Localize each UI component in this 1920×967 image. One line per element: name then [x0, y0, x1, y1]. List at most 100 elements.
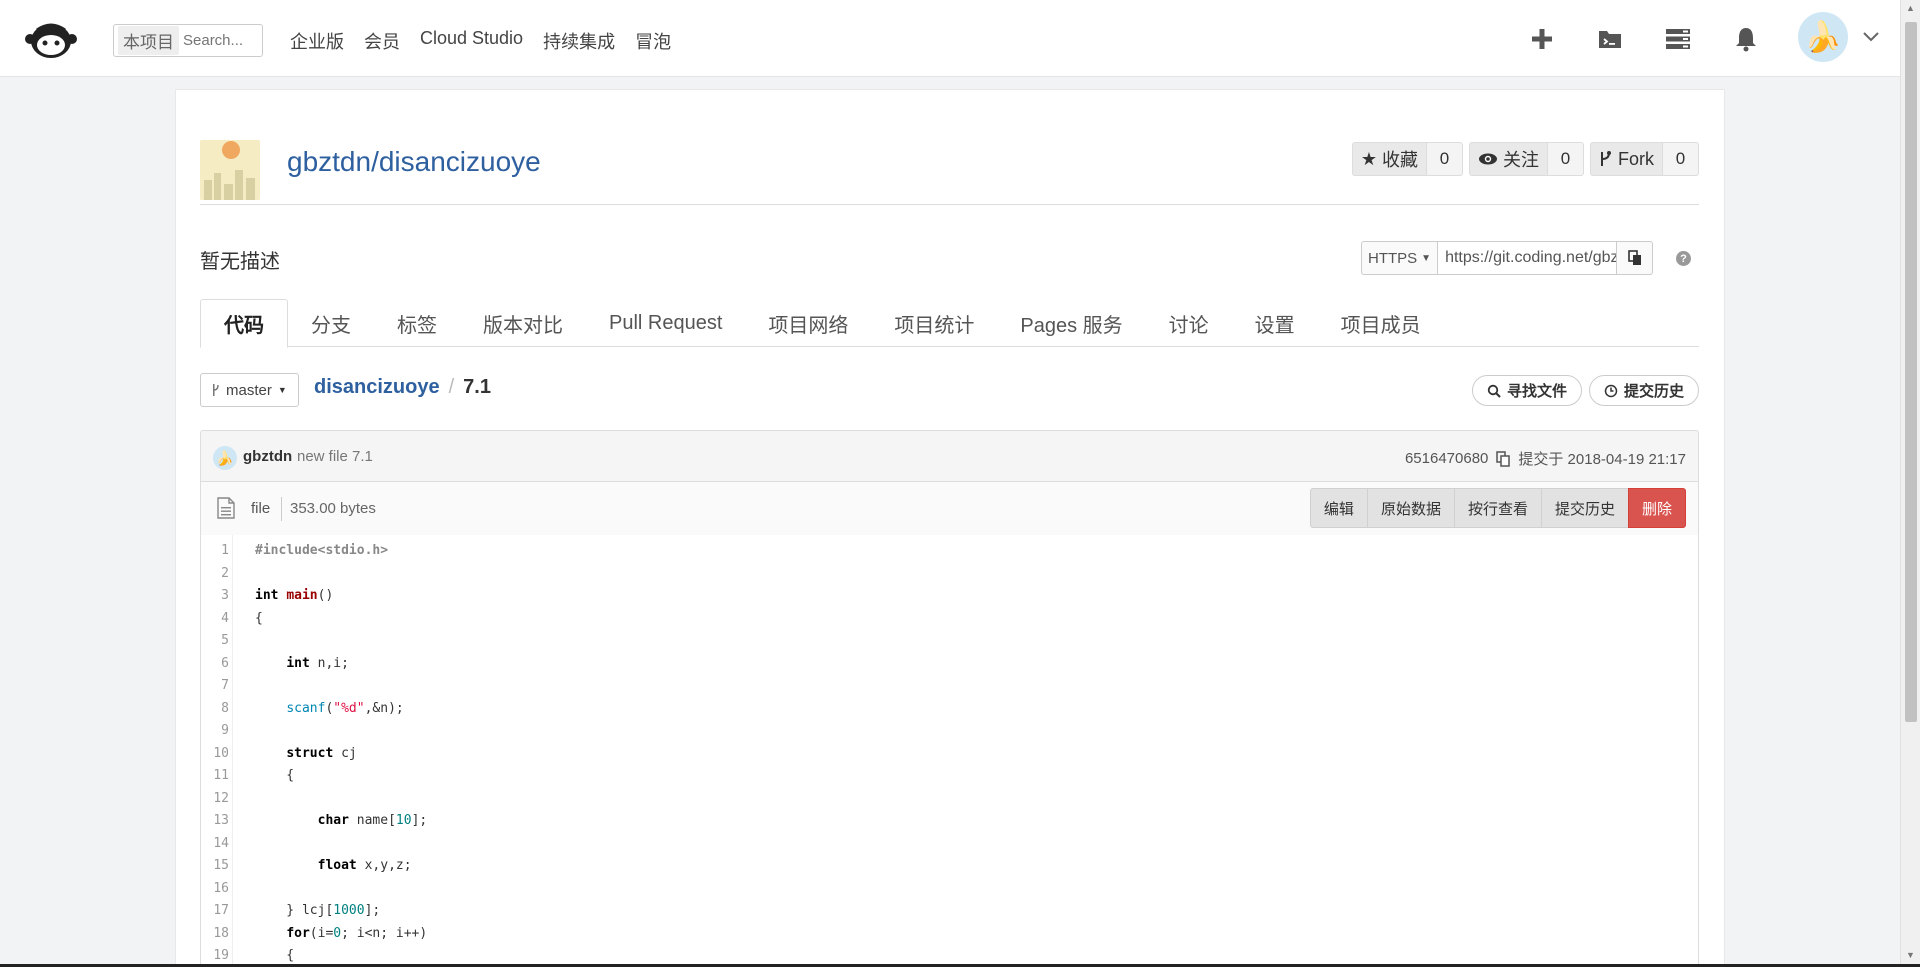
repo-container: gbztdn/disancizuoye ★ 收藏 0 关注 0 Fork 0 暂…: [175, 89, 1725, 967]
file-meta-divider: [281, 497, 282, 521]
latest-commit-bar: 🍌 gbztdn new file 7.1 6516470680 提交于 201…: [200, 430, 1699, 482]
chevron-down-icon[interactable]: [1862, 30, 1880, 44]
tab-pull-request[interactable]: Pull Request: [586, 299, 745, 347]
search-input[interactable]: [183, 32, 261, 49]
line-number[interactable]: 3: [201, 585, 229, 608]
code-line: 1 #include<stdio.h>: [201, 540, 1698, 563]
scroll-thumb[interactable]: [1905, 22, 1917, 722]
tab-statistics[interactable]: 项目统计: [871, 299, 997, 347]
tab-branches[interactable]: 分支: [288, 299, 374, 347]
line-number[interactable]: 11: [201, 765, 229, 788]
branch-name: master: [226, 381, 272, 399]
nav-ci[interactable]: 持续集成: [543, 28, 615, 54]
scroll-down-arrow-icon[interactable]: ▼: [1906, 950, 1915, 960]
repo-header: gbztdn/disancizuoye ★ 收藏 0 关注 0 Fork 0: [200, 140, 1699, 205]
search-box[interactable]: 本项目: [113, 24, 263, 57]
scroll-up-arrow-icon[interactable]: ▲: [1906, 3, 1915, 13]
watch-count[interactable]: 0: [1547, 142, 1584, 176]
code-line: 2: [201, 563, 1698, 586]
star-button-group: ★ 收藏 0: [1351, 142, 1463, 176]
repo-avatar[interactable]: [200, 140, 260, 200]
commit-author[interactable]: gbztdn: [243, 448, 292, 465]
find-file-button[interactable]: 寻找文件: [1471, 375, 1582, 406]
code-text: for(i=0; i<n; i++): [286, 925, 428, 941]
bell-icon[interactable]: [1732, 25, 1760, 53]
file-history-button[interactable]: 提交历史: [1540, 488, 1628, 528]
fork-count[interactable]: 0: [1662, 142, 1699, 176]
help-icon[interactable]: ?: [1676, 251, 1691, 266]
commit-message[interactable]: new file 7.1: [297, 448, 373, 465]
line-number[interactable]: 10: [201, 743, 229, 766]
plus-icon[interactable]: [1528, 25, 1556, 53]
commit-history-button[interactable]: 提交历史: [1588, 375, 1699, 406]
line-number[interactable]: 17: [201, 900, 229, 923]
nav-bubble[interactable]: 冒泡: [635, 28, 671, 54]
star-count[interactable]: 0: [1426, 142, 1463, 176]
line-number[interactable]: 7: [201, 675, 229, 698]
terminal-folder-icon[interactable]: [1596, 25, 1624, 53]
tab-network[interactable]: 项目网络: [745, 299, 871, 347]
code-text: } lcj[1000];: [255, 903, 381, 918]
repo-title-link[interactable]: gbztdn/disancizuoye: [287, 146, 541, 178]
watch-label: 关注: [1503, 150, 1539, 170]
line-number[interactable]: 9: [201, 720, 229, 743]
repo-tabs: 代码 分支 标签 版本对比 Pull Request 项目网络 项目统计 Pag…: [200, 299, 1699, 348]
tab-discussion[interactable]: 讨论: [1146, 299, 1232, 347]
server-list-icon[interactable]: [1664, 25, 1692, 53]
code-line: 4 {: [201, 608, 1698, 631]
fork-button[interactable]: Fork: [1590, 142, 1662, 176]
nav-cloud-studio[interactable]: Cloud Studio: [420, 28, 523, 54]
copy-icon: [1627, 250, 1641, 265]
edit-button[interactable]: 编辑: [1309, 488, 1367, 528]
line-number[interactable]: 12: [201, 788, 229, 811]
tab-code[interactable]: 代码: [200, 299, 288, 348]
commit-author-avatar[interactable]: 🍌: [213, 446, 237, 470]
tab-compare[interactable]: 版本对比: [460, 299, 586, 347]
delete-button[interactable]: 删除: [1627, 488, 1686, 528]
nav-enterprise[interactable]: 企业版: [290, 28, 344, 54]
code-text: float x,y,z;: [317, 858, 412, 873]
user-avatar[interactable]: 🍌: [1798, 12, 1848, 62]
line-number[interactable]: 5: [201, 630, 229, 653]
breadcrumb-repo-link[interactable]: disancizuoye: [314, 376, 440, 399]
line-number[interactable]: 15: [201, 855, 229, 878]
nav-membership[interactable]: 会员: [364, 28, 400, 54]
star-button[interactable]: ★ 收藏: [1351, 142, 1426, 176]
line-number[interactable]: 4: [201, 608, 229, 631]
raw-button[interactable]: 原始数据: [1366, 488, 1454, 528]
line-number[interactable]: 18: [201, 923, 229, 946]
line-number[interactable]: 6: [201, 653, 229, 676]
copy-url-button[interactable]: [1617, 241, 1654, 275]
watch-button[interactable]: 关注: [1469, 142, 1547, 176]
tab-pages[interactable]: Pages 服务: [997, 299, 1145, 347]
copy-hash-icon[interactable]: [1496, 450, 1511, 467]
line-number[interactable]: 19: [201, 945, 229, 965]
clone-url-field[interactable]: https://git.coding.net/gbztdn/disancizuo…: [1437, 241, 1618, 275]
line-number[interactable]: 14: [201, 833, 229, 856]
eye-icon: [1479, 153, 1497, 165]
branch-select[interactable]: master ▼: [200, 373, 299, 407]
tab-tags[interactable]: 标签: [374, 299, 460, 347]
clone-url-box: HTTPS ▼ https://git.coding.net/gbztdn/di…: [1361, 241, 1654, 275]
code-line: 8 scanf("%d",&n);: [201, 698, 1698, 721]
line-number[interactable]: 16: [201, 878, 229, 901]
file-header: file 353.00 bytes 编辑 原始数据 按行查看 提交历史 删除: [200, 481, 1699, 536]
commit-hash[interactable]: 6516470680: [1405, 450, 1488, 467]
line-number[interactable]: 13: [201, 810, 229, 833]
blame-button[interactable]: 按行查看: [1453, 488, 1541, 528]
line-number[interactable]: 8: [201, 698, 229, 721]
repo-actions: ★ 收藏 0 关注 0 Fork 0: [1351, 142, 1699, 176]
search-scope-tag[interactable]: 本项目: [118, 26, 179, 55]
tab-members[interactable]: 项目成员: [1318, 299, 1444, 347]
breadcrumb-current-file: 7.1: [463, 376, 491, 398]
clone-protocol-select[interactable]: HTTPS ▼: [1361, 241, 1438, 275]
coding-logo-icon[interactable]: [22, 16, 80, 60]
tab-settings[interactable]: 设置: [1232, 299, 1318, 347]
code-line: 13 char name[10];: [201, 810, 1698, 833]
line-number[interactable]: 1: [201, 540, 229, 563]
branch-icon: [213, 384, 219, 396]
code-line: 15 float x,y,z;: [201, 855, 1698, 878]
commit-date: 提交于 2018-04-19 21:17: [1518, 451, 1686, 468]
line-number[interactable]: 2: [201, 563, 229, 586]
page-scrollbar[interactable]: ▲ ▼: [1900, 0, 1920, 967]
